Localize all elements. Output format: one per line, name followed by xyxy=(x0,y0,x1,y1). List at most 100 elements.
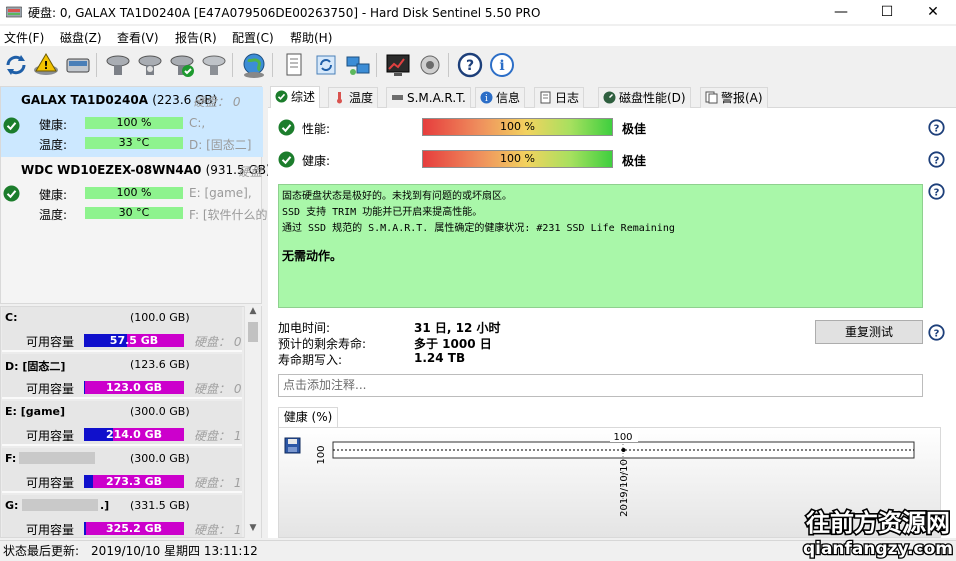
menu-disk[interactable]: 磁盘(Z) xyxy=(60,29,102,46)
menu-file[interactable]: 文件(F) xyxy=(4,29,44,46)
free-space-bar: 57.5 GB xyxy=(84,334,184,347)
drive-letters: F: [软件什么的 xyxy=(189,208,268,222)
globe-icon[interactable] xyxy=(240,51,268,79)
drive-letters: D: [固态二] xyxy=(189,138,252,152)
health-rating: 极佳 xyxy=(622,154,647,168)
drive-letters: C:, xyxy=(189,116,206,130)
svg-text:?: ? xyxy=(466,58,474,74)
speaker-icon[interactable] xyxy=(416,51,444,79)
partition-e[interactable]: E: [game] (300.0 GB) 可用容量 214.0 GB 硬盘： 1 xyxy=(2,401,242,446)
disk-spin-icon[interactable] xyxy=(104,51,132,79)
monitor-chart-icon[interactable] xyxy=(384,51,412,79)
free-space-label: 可用容量 xyxy=(26,523,75,537)
partition-d[interactable]: D: [固态二] (123.6 GB) 可用容量 123.0 GB 硬盘： 0 xyxy=(2,354,242,399)
health-bar: 100 % xyxy=(85,117,183,129)
tab-temperature[interactable]: 温度 xyxy=(328,87,379,108)
partition-list: C: (100.0 GB) 可用容量 57.5 GB 硬盘： 0 D: [固态二… xyxy=(0,306,262,538)
hard-disk-app-icon xyxy=(6,6,22,18)
partition-c[interactable]: C: (100.0 GB) 可用容量 57.5 GB 硬盘： 0 xyxy=(2,307,242,352)
close-button[interactable]: ✕ xyxy=(910,0,956,24)
disk-icon[interactable] xyxy=(64,51,92,79)
partition-letter: D: [固态二] xyxy=(5,360,66,373)
lifetime-writes-value: 1.24 TB xyxy=(414,351,466,365)
menu-help[interactable]: 帮助(H) xyxy=(290,29,332,46)
menu-view[interactable]: 查看(V) xyxy=(117,29,159,46)
tab-info[interactable]: i 信息 xyxy=(475,87,526,108)
free-space-label: 可用容量 xyxy=(26,476,75,490)
last-update-datetime: 2019/10/10 星期四 13:11:12 xyxy=(91,544,258,558)
disk-entry-galax[interactable]: GALAX TA1D0240A (223.6 GB) 硬盘： 0 健康: 100… xyxy=(1,87,263,157)
refresh-icon[interactable] xyxy=(2,51,30,79)
retest-button[interactable]: 重复测试 xyxy=(815,320,923,344)
temperature-label: 温度: xyxy=(39,208,68,222)
check-ok-icon xyxy=(275,90,288,103)
svg-text:?: ? xyxy=(934,188,940,199)
free-space-bar: 325.2 GB xyxy=(84,522,184,535)
partition-hd: 硬盘： 1 xyxy=(194,429,242,443)
check-ok-icon xyxy=(278,119,295,136)
alert-disk-icon[interactable]: ! xyxy=(32,51,60,79)
save-chart-icon[interactable] xyxy=(284,437,301,454)
tab-smart[interactable]: S.M.A.R.T. xyxy=(386,87,471,108)
disk-entry-wdc[interactable]: WDC WD10EZEX-08WN4A0 (931.5 GB) 硬盘 健康: 1… xyxy=(1,157,271,227)
report-document-icon[interactable] xyxy=(280,51,308,79)
scroll-thumb[interactable] xyxy=(248,322,258,342)
toolbar-separator xyxy=(232,53,233,77)
menu-config[interactable]: 配置(C) xyxy=(232,29,274,46)
help-icon[interactable]: ? xyxy=(928,183,945,200)
partition-f[interactable]: F: [ (300.0 GB) 可用容量 273.3 GB 硬盘： 1 xyxy=(2,448,242,493)
tab-disk-performance[interactable]: 磁盘性能(D) xyxy=(598,87,691,108)
performance-label: 性能: xyxy=(302,122,331,136)
network-icon[interactable] xyxy=(344,51,372,79)
last-update-label: 状态最后更新: xyxy=(3,544,80,558)
menu-bar: 文件(F) 磁盘(Z) 查看(V) 报告(R) 配置(C) 帮助(H) xyxy=(0,26,956,46)
minimize-button[interactable]: — xyxy=(818,0,864,24)
maximize-button[interactable]: ☐ xyxy=(864,0,910,24)
tab-log[interactable]: 日志 xyxy=(534,87,585,108)
info-icon: i xyxy=(480,91,493,104)
scroll-down-icon[interactable]: ▼ xyxy=(245,523,261,537)
health-label: 健康: xyxy=(39,118,68,132)
svg-text:?: ? xyxy=(934,156,940,167)
redacted-label xyxy=(22,499,98,511)
scroll-up-icon[interactable]: ▲ xyxy=(245,306,261,320)
health-label: 健康: xyxy=(39,188,68,202)
menu-report[interactable]: 报告(R) xyxy=(175,29,217,46)
gauge-icon xyxy=(603,91,616,104)
disk-tools-icon[interactable] xyxy=(200,51,228,79)
tab-alerts[interactable]: 警报(A) xyxy=(700,87,768,108)
help-icon[interactable]: ? xyxy=(928,119,945,136)
power-on-label: 加电时间: xyxy=(278,321,331,335)
help-icon[interactable]: ? xyxy=(456,51,484,79)
free-space-label: 可用容量 xyxy=(26,429,75,443)
help-icon[interactable]: ? xyxy=(928,151,945,168)
chart-tab-health[interactable]: 健康 (%) xyxy=(278,407,338,427)
temperature-bar: 33 °C xyxy=(85,137,183,149)
tab-strip: 综述 温度 S.M.A.R.T. i 信息 日志 磁盘性能(D) 警报(A) xyxy=(268,86,956,108)
log-document-icon xyxy=(540,91,551,104)
smart-disk-icon xyxy=(392,95,403,100)
sync-icon[interactable] xyxy=(312,51,340,79)
help-icon[interactable]: ? xyxy=(928,324,945,341)
info-icon[interactable]: i xyxy=(488,51,516,79)
svg-text:i: i xyxy=(485,94,488,104)
disk-list: GALAX TA1D0240A (223.6 GB) 硬盘： 0 健康: 100… xyxy=(0,86,271,304)
partition-g[interactable]: G: [ .] (331.5 GB) 可用容量 325.2 GB 硬盘： 1 xyxy=(2,495,242,537)
note-input[interactable]: 点击添加注释... xyxy=(278,374,923,397)
free-space-label: 可用容量 xyxy=(26,335,75,349)
partition-size: (123.6 GB) xyxy=(130,358,190,371)
tab-overview[interactable]: 综述 xyxy=(270,86,321,108)
health-bar: 100 % xyxy=(85,187,183,199)
temperature-label: 温度: xyxy=(39,138,68,152)
lifetime-writes-label: 寿命期写入: xyxy=(278,353,343,367)
drive-letters: E: [game], xyxy=(189,186,252,200)
performance-bar: 100 % xyxy=(422,118,613,136)
partition-hd: 硬盘： 1 xyxy=(194,476,242,490)
disk-hd-index: 硬盘： 0 xyxy=(193,95,241,109)
partition-scrollbar[interactable]: ▲ ▼ xyxy=(244,306,261,538)
disk-check-icon[interactable] xyxy=(168,51,196,79)
free-space-bar: 273.3 GB xyxy=(84,475,184,488)
svg-text:往前方资源网: 往前方资源网 xyxy=(806,509,950,537)
check-ok-icon xyxy=(278,151,295,168)
disk-test-icon[interactable] xyxy=(136,51,164,79)
